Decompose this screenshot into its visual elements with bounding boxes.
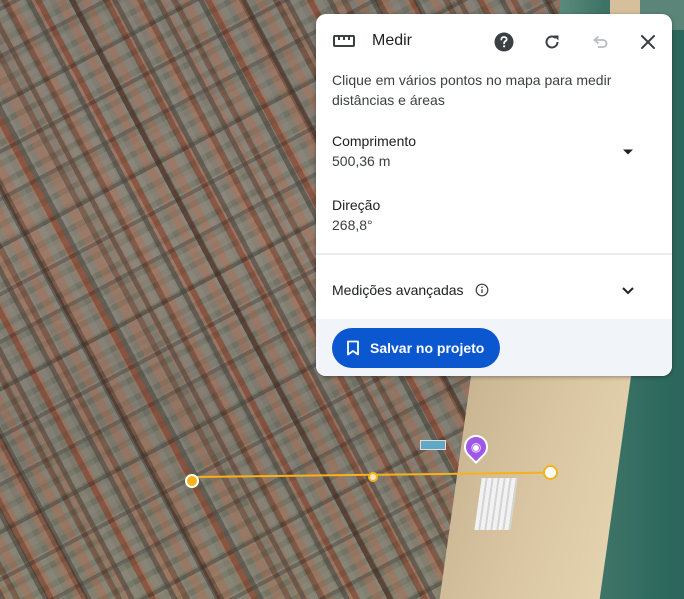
length-value: 500,36 m: [332, 153, 391, 169]
map-beach: [438, 370, 632, 599]
refresh-button[interactable]: [540, 30, 564, 54]
undo-button[interactable]: [588, 30, 612, 54]
advanced-measurements-toggle[interactable]: Medições avançadas: [316, 270, 672, 310]
instructions-text: Clique em vários pontos no mapa para med…: [332, 72, 612, 108]
help-button[interactable]: [492, 30, 516, 54]
panel-footer: Salvar no projeto: [316, 319, 672, 376]
measure-panel: Medir Clique em vários pontos no mapa pa…: [316, 14, 672, 376]
panel-header: Medir: [316, 14, 672, 70]
help-icon: [494, 32, 514, 52]
panel-title: Medir: [372, 32, 413, 49]
panel-divider: [316, 253, 672, 255]
save-to-project-button[interactable]: Salvar no projeto: [332, 328, 501, 368]
measure-end-point[interactable]: [543, 465, 558, 480]
chevron-down-icon: [622, 287, 634, 295]
close-icon: [641, 35, 655, 49]
map-white-building: [474, 478, 518, 530]
direction-label: Direção: [332, 197, 381, 213]
save-button-label: Salvar no projeto: [370, 340, 485, 356]
measure-start-point[interactable]: [185, 474, 199, 488]
measure-midpoint-handle[interactable]: [368, 472, 378, 482]
advanced-measurements-label: Medições avançadas: [332, 282, 464, 298]
map-pool: [420, 440, 446, 450]
info-icon[interactable]: [475, 283, 489, 297]
caret-down-icon: [623, 149, 633, 155]
ruler-icon: [333, 35, 355, 47]
length-label: Comprimento: [332, 133, 417, 149]
bookmark-icon: [347, 340, 359, 356]
refresh-icon: [545, 35, 559, 49]
direction-value: 268,8°: [332, 217, 373, 233]
unit-dropdown-button[interactable]: [616, 140, 640, 164]
close-button[interactable]: [636, 30, 660, 54]
undo-icon: [593, 35, 608, 48]
